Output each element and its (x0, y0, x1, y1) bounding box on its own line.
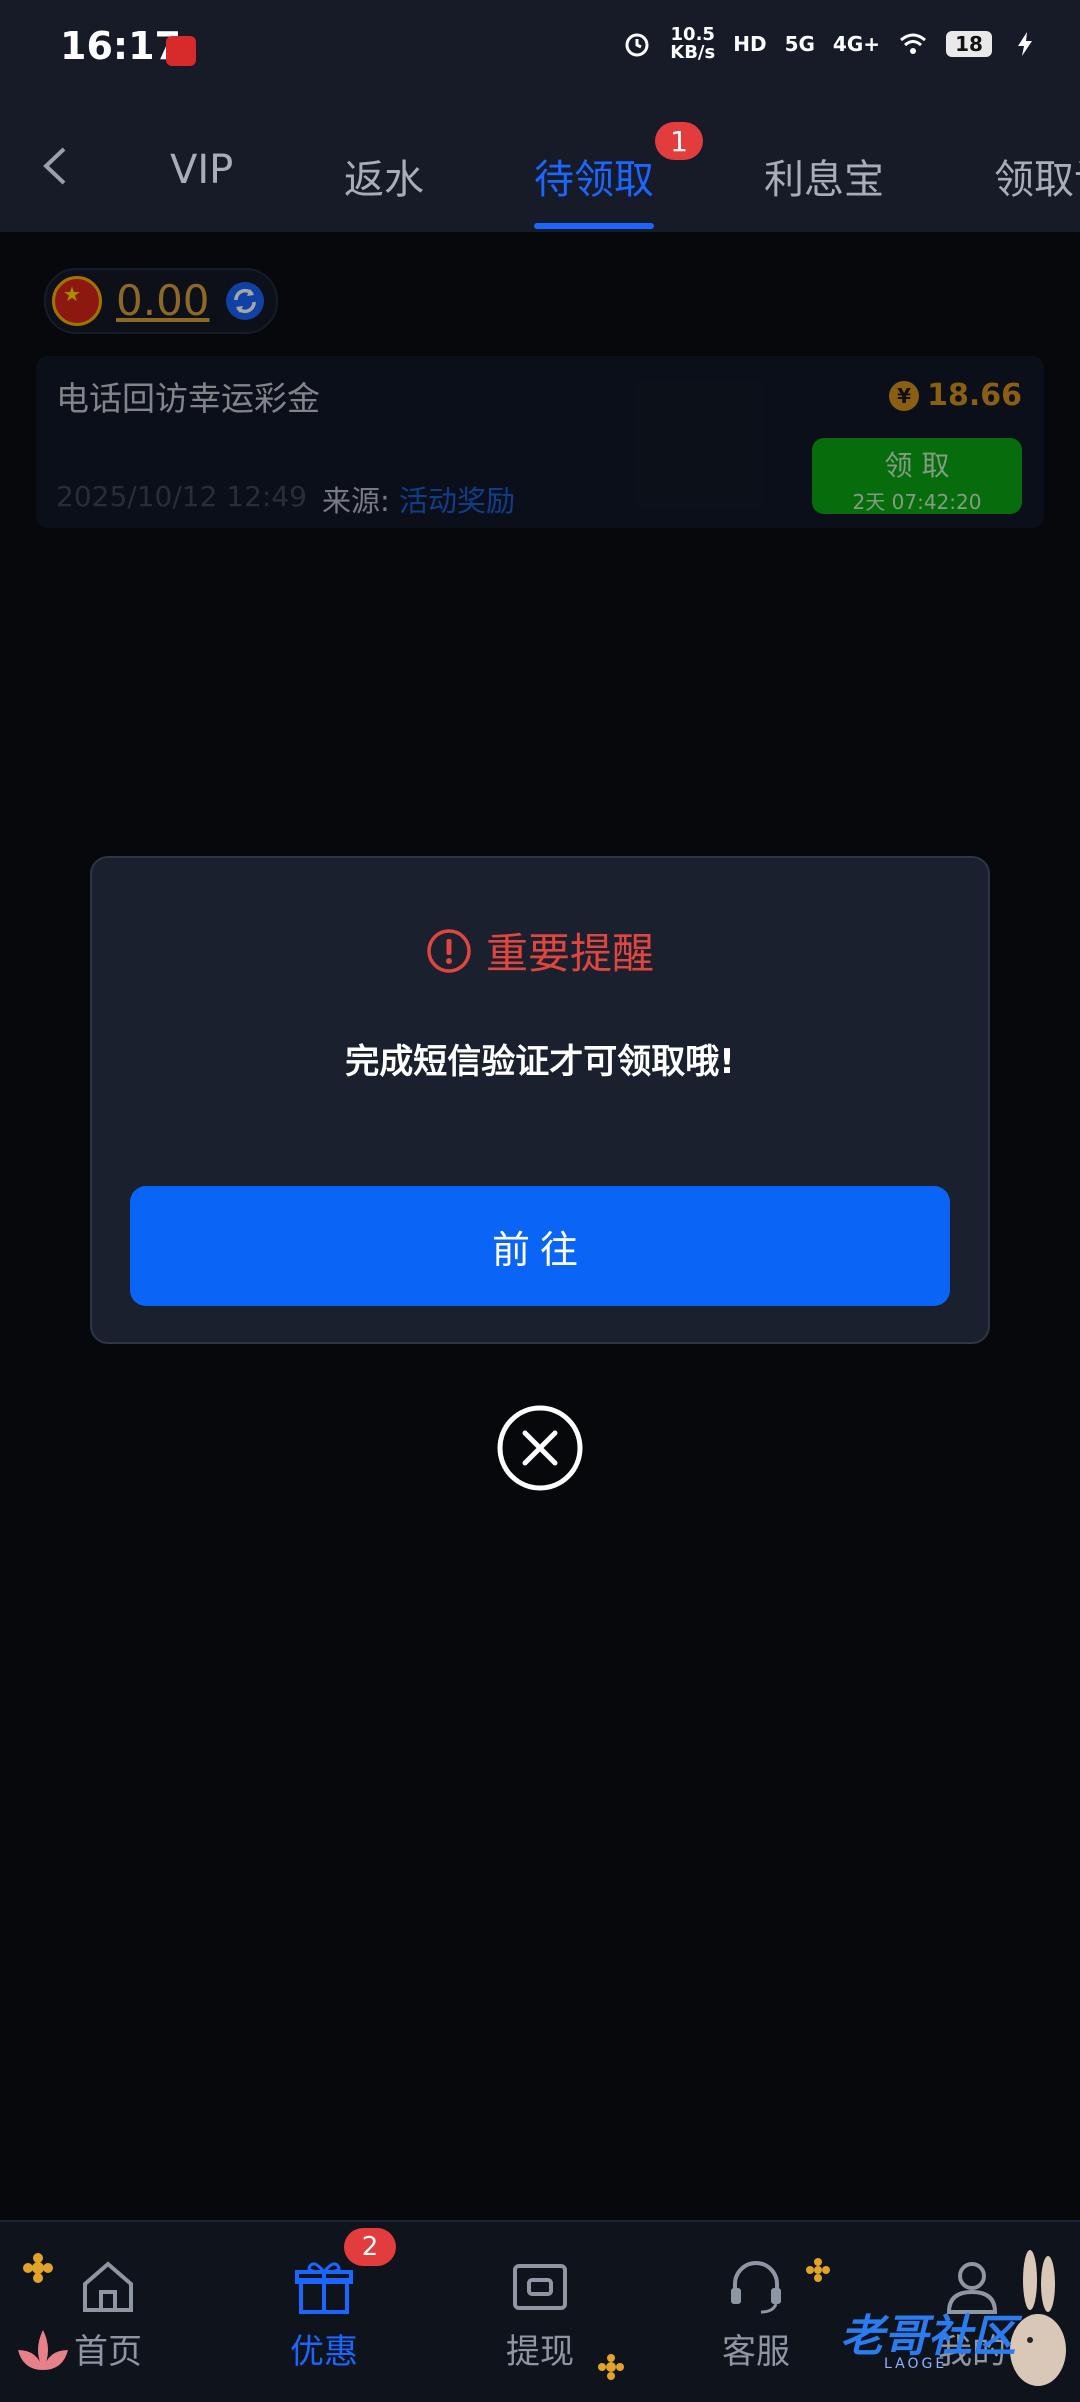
alert-dialog: 重要提醒 完成短信验证才可领取哦! 前往 (90, 856, 990, 1344)
battery-indicator: 18 (946, 31, 992, 57)
dialog-header: 重要提醒 (92, 920, 988, 981)
headset-icon (731, 2261, 781, 2314)
nav-support-label: 客服 (722, 2332, 790, 2372)
active-tab-indicator (534, 223, 654, 229)
tab-rebate[interactable]: 返水 (344, 147, 424, 205)
close-icon[interactable] (496, 1404, 584, 1492)
status-icons: 10.5 KB/s HD 5G 4G+ 18 (622, 26, 1040, 62)
lotus-decoration-icon (18, 2330, 68, 2370)
nav-withdraw-label: 提现 (506, 2332, 574, 2372)
gift-icon (295, 2262, 353, 2314)
dialog-title: 重要提醒 (485, 929, 654, 978)
tab-pending-claim[interactable]: 待领取 (534, 147, 654, 205)
home-icon (83, 2261, 133, 2312)
wifi-icon (900, 33, 926, 54)
flower-decoration-icon (806, 2258, 830, 2282)
tab-vip[interactable]: VIP (170, 147, 233, 193)
back-arrow-icon[interactable] (36, 143, 76, 189)
nav-promotions[interactable]: 优惠 (254, 2252, 394, 2373)
dialog-message: 完成短信验证才可领取哦! (345, 1042, 735, 1082)
hd-indicator: HD (733, 32, 767, 56)
flower-decoration-icon (23, 2253, 53, 2283)
watermark-text: 老哥社区 (840, 2311, 1016, 2362)
warning-icon (427, 928, 471, 973)
app-notification-icon (166, 36, 196, 66)
signal-5g-indicator: 5G (784, 32, 815, 56)
tab-badge: 1 (655, 122, 703, 160)
promo-badge: 2 (344, 2228, 396, 2266)
tab-bar: VIP 返水 待领取 利息宝 领取记 (0, 105, 1080, 232)
nav-withdraw[interactable]: 提现 (470, 2252, 610, 2373)
signal-4g-indicator: 4G+ (832, 32, 880, 56)
withdraw-icon (513, 2264, 567, 2310)
flower-decoration-icon (598, 2354, 624, 2380)
status-time: 16:17 (60, 24, 181, 68)
watermark-subtext: LAOGE (884, 2356, 948, 2372)
status-bar: 16:17 10.5 KB/s HD 5G 4G+ 18 (0, 0, 1080, 105)
nav-home-label: 首页 (74, 2332, 142, 2372)
go-button[interactable]: 前往 (130, 1186, 950, 1306)
net-speed: 10.5 KB/s (670, 24, 716, 63)
charging-icon (1018, 32, 1032, 56)
nav-promotions-label: 优惠 (290, 2332, 358, 2372)
tab-claim-records[interactable]: 领取记 (994, 147, 1080, 205)
tab-interest[interactable]: 利息宝 (764, 147, 884, 205)
alarm-icon (625, 33, 649, 57)
